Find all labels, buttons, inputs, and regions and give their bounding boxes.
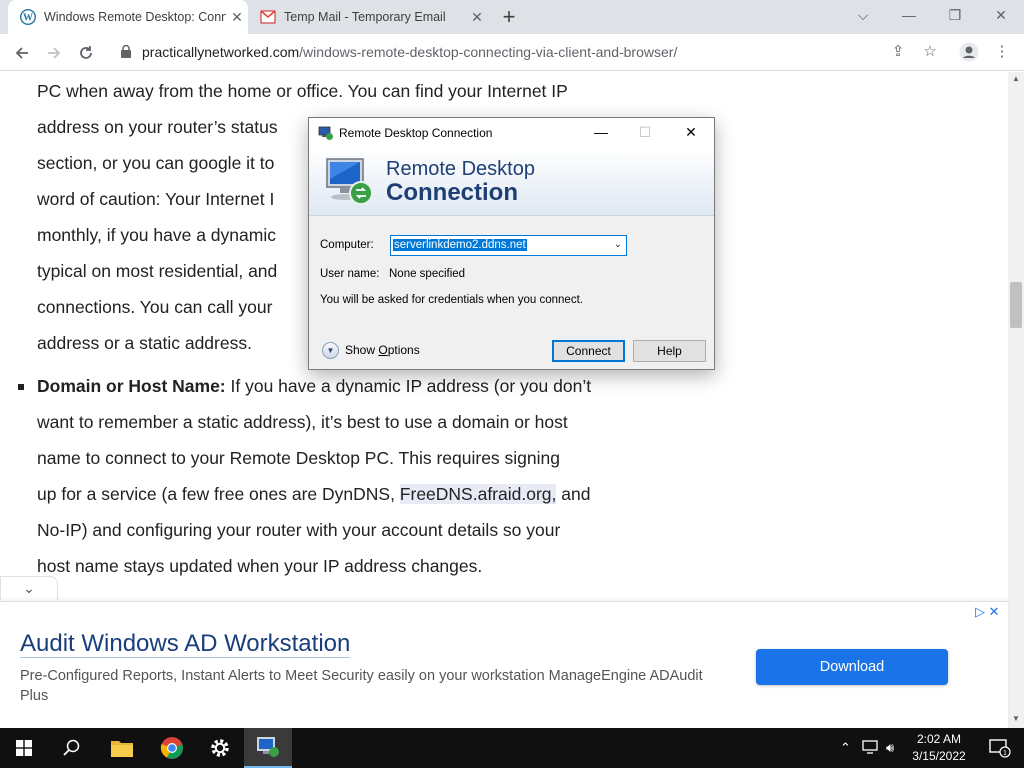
chevron-down-icon[interactable]: ⌄ xyxy=(614,239,622,250)
article-line: name to connect to your Remote Desktop P… xyxy=(37,448,560,468)
ad-choices-icon[interactable]: ▷ ✕ xyxy=(975,604,1000,620)
scrollbar-thumb[interactable] xyxy=(1010,282,1022,328)
file-explorer-icon[interactable] xyxy=(98,728,146,768)
article-line: PC when away from the home or office. Yo… xyxy=(37,81,568,101)
forward-button[interactable] xyxy=(40,39,68,67)
notification-center-icon[interactable]: 1 xyxy=(976,728,1024,768)
settings-gear-icon[interactable] xyxy=(196,728,244,768)
article-line: section, or you can google it to xyxy=(37,153,275,173)
computer-label: Computer: xyxy=(320,239,374,251)
close-window-button[interactable]: ✕ xyxy=(978,0,1024,32)
restore-button[interactable]: ❐ xyxy=(932,0,978,32)
article-line: No-IP) and configuring your router with … xyxy=(37,520,561,540)
username-label: User name: xyxy=(320,268,380,280)
ad-banner: ▷ ✕ Audit Windows AD Workstation Pre-Con… xyxy=(0,601,1008,728)
ad-title[interactable]: Audit Windows AD Workstation xyxy=(20,630,351,658)
network-icon[interactable] xyxy=(862,740,878,757)
minimize-button[interactable]: — xyxy=(886,0,932,32)
show-hidden-icons-chevron-icon[interactable]: ⌃ xyxy=(840,740,851,756)
svg-text:W: W xyxy=(23,13,33,24)
computer-combobox[interactable]: serverlinkdemo2.ddns.net ⌄ xyxy=(390,235,627,256)
notification-count: 1 xyxy=(1003,750,1007,757)
browser-menu-icon[interactable]: ⋮ xyxy=(992,42,1012,62)
ad-description: Pre-Configured Reports, Instant Alerts t… xyxy=(20,668,703,704)
tab-search-icon[interactable]: ⌵ xyxy=(840,0,886,32)
article-line: up for a service (a few free ones are Dy… xyxy=(37,484,591,504)
ad-download-button[interactable]: Download xyxy=(756,649,948,685)
remote-desktop-logo-icon xyxy=(325,155,375,212)
credentials-info-text: You will be asked for credentials when y… xyxy=(320,294,583,306)
article-line: typical on most residential, and xyxy=(37,261,278,281)
ad-collapse-chevron-icon[interactable]: ⌄ xyxy=(0,576,58,600)
clock-time: 2:02 AM xyxy=(916,732,962,746)
windows-taskbar: ⌃ 🔊︎ 2:02 AM 3/15/2022 1 xyxy=(0,728,1024,768)
lock-icon xyxy=(120,44,132,58)
dialog-titlebar[interactable]: Remote Desktop Connection — ☐ ✕ xyxy=(309,118,714,148)
tab-title: Temp Mail - Temporary Email xyxy=(284,10,446,24)
bookmark-star-icon[interactable]: ☆ xyxy=(920,42,940,62)
article-line: address or a static address. xyxy=(37,333,252,353)
browser-toolbar: practicallynetworked.com/windows-remote-… xyxy=(0,34,1024,71)
dialog-minimize-button[interactable]: — xyxy=(579,118,623,148)
share-icon[interactable]: ⇪ xyxy=(888,42,908,62)
volume-icon[interactable]: 🔊︎ xyxy=(886,740,894,756)
bullet-marker xyxy=(18,384,24,390)
bullet-heading: Domain or Host Name: xyxy=(37,376,226,396)
browser-tab-strip: W Windows Remote Desktop: Conn ✕ Temp Ma… xyxy=(0,0,1024,34)
article-line: address on your router’s status xyxy=(37,117,278,137)
computer-value: serverlinkdemo2.ddns.net xyxy=(393,239,527,251)
banner-title-line2: Connection xyxy=(386,179,518,206)
back-button[interactable] xyxy=(8,39,36,67)
remote-desktop-app-icon xyxy=(318,125,334,141)
reload-button[interactable] xyxy=(72,39,100,67)
dialog-maximize-button: ☐ xyxy=(638,124,652,140)
url-text: practicallynetworked.com/windows-remote-… xyxy=(142,44,678,60)
article-line: connections. You can call your xyxy=(37,297,273,317)
username-value: None specified xyxy=(389,268,466,280)
article-line: want to remember a static address), it’s… xyxy=(37,412,568,432)
windows-start-icon[interactable] xyxy=(0,728,48,768)
remote-desktop-taskbar-icon[interactable] xyxy=(244,728,292,768)
expand-chevron-icon[interactable]: ▼ xyxy=(322,342,339,359)
dialog-title: Remote Desktop Connection xyxy=(339,126,493,140)
dialog-banner: Remote Desktop Connection xyxy=(309,148,714,216)
freedns-link[interactable]: FreeDNS.afraid.org, xyxy=(399,484,557,504)
article-line: word of caution: Your Internet I xyxy=(37,189,275,209)
profile-avatar-icon[interactable] xyxy=(959,42,979,62)
taskbar-clock[interactable]: 2:02 AM 3/15/2022 xyxy=(902,731,976,765)
banner-title-line1: Remote Desktop xyxy=(386,158,535,180)
tab-title: Windows Remote Desktop: Conn xyxy=(44,10,226,24)
show-options-link[interactable]: Show Options xyxy=(345,343,420,357)
new-tab-button[interactable]: + xyxy=(497,5,521,29)
scroll-down-arrow-icon[interactable]: ▼ xyxy=(1008,712,1024,726)
close-tab-icon[interactable]: ✕ xyxy=(466,9,488,26)
bullet-first-line: Domain or Host Name: If you have a dynam… xyxy=(37,376,592,396)
page-scrollbar[interactable]: ▲ ▼ xyxy=(1008,72,1024,728)
chrome-icon[interactable] xyxy=(148,728,196,768)
dialog-close-button[interactable]: ✕ xyxy=(669,118,713,148)
tab-temp-mail[interactable]: Temp Mail - Temporary Email ✕ xyxy=(248,0,488,34)
scroll-up-arrow-icon[interactable]: ▲ xyxy=(1008,72,1024,86)
remote-desktop-dialog: Remote Desktop Connection — ☐ ✕ Remote D… xyxy=(308,117,715,370)
close-tab-icon[interactable]: ✕ xyxy=(226,9,248,26)
wordpress-icon: W xyxy=(20,9,36,25)
connect-button[interactable]: Connect xyxy=(552,340,625,362)
tab-windows-remote-desktop[interactable]: W Windows Remote Desktop: Conn ✕ xyxy=(8,0,248,34)
clock-date: 3/15/2022 xyxy=(912,749,966,763)
article-line: monthly, if you have a dynamic xyxy=(37,225,276,245)
search-icon[interactable] xyxy=(48,728,96,768)
gmail-icon xyxy=(260,9,276,25)
help-button[interactable]: Help xyxy=(633,340,706,362)
dialog-body: Computer: serverlinkdemo2.ddns.net ⌄ Use… xyxy=(309,218,714,369)
address-bar[interactable]: practicallynetworked.com/windows-remote-… xyxy=(108,37,948,67)
article-line: host name stays updated when your IP add… xyxy=(37,556,483,576)
